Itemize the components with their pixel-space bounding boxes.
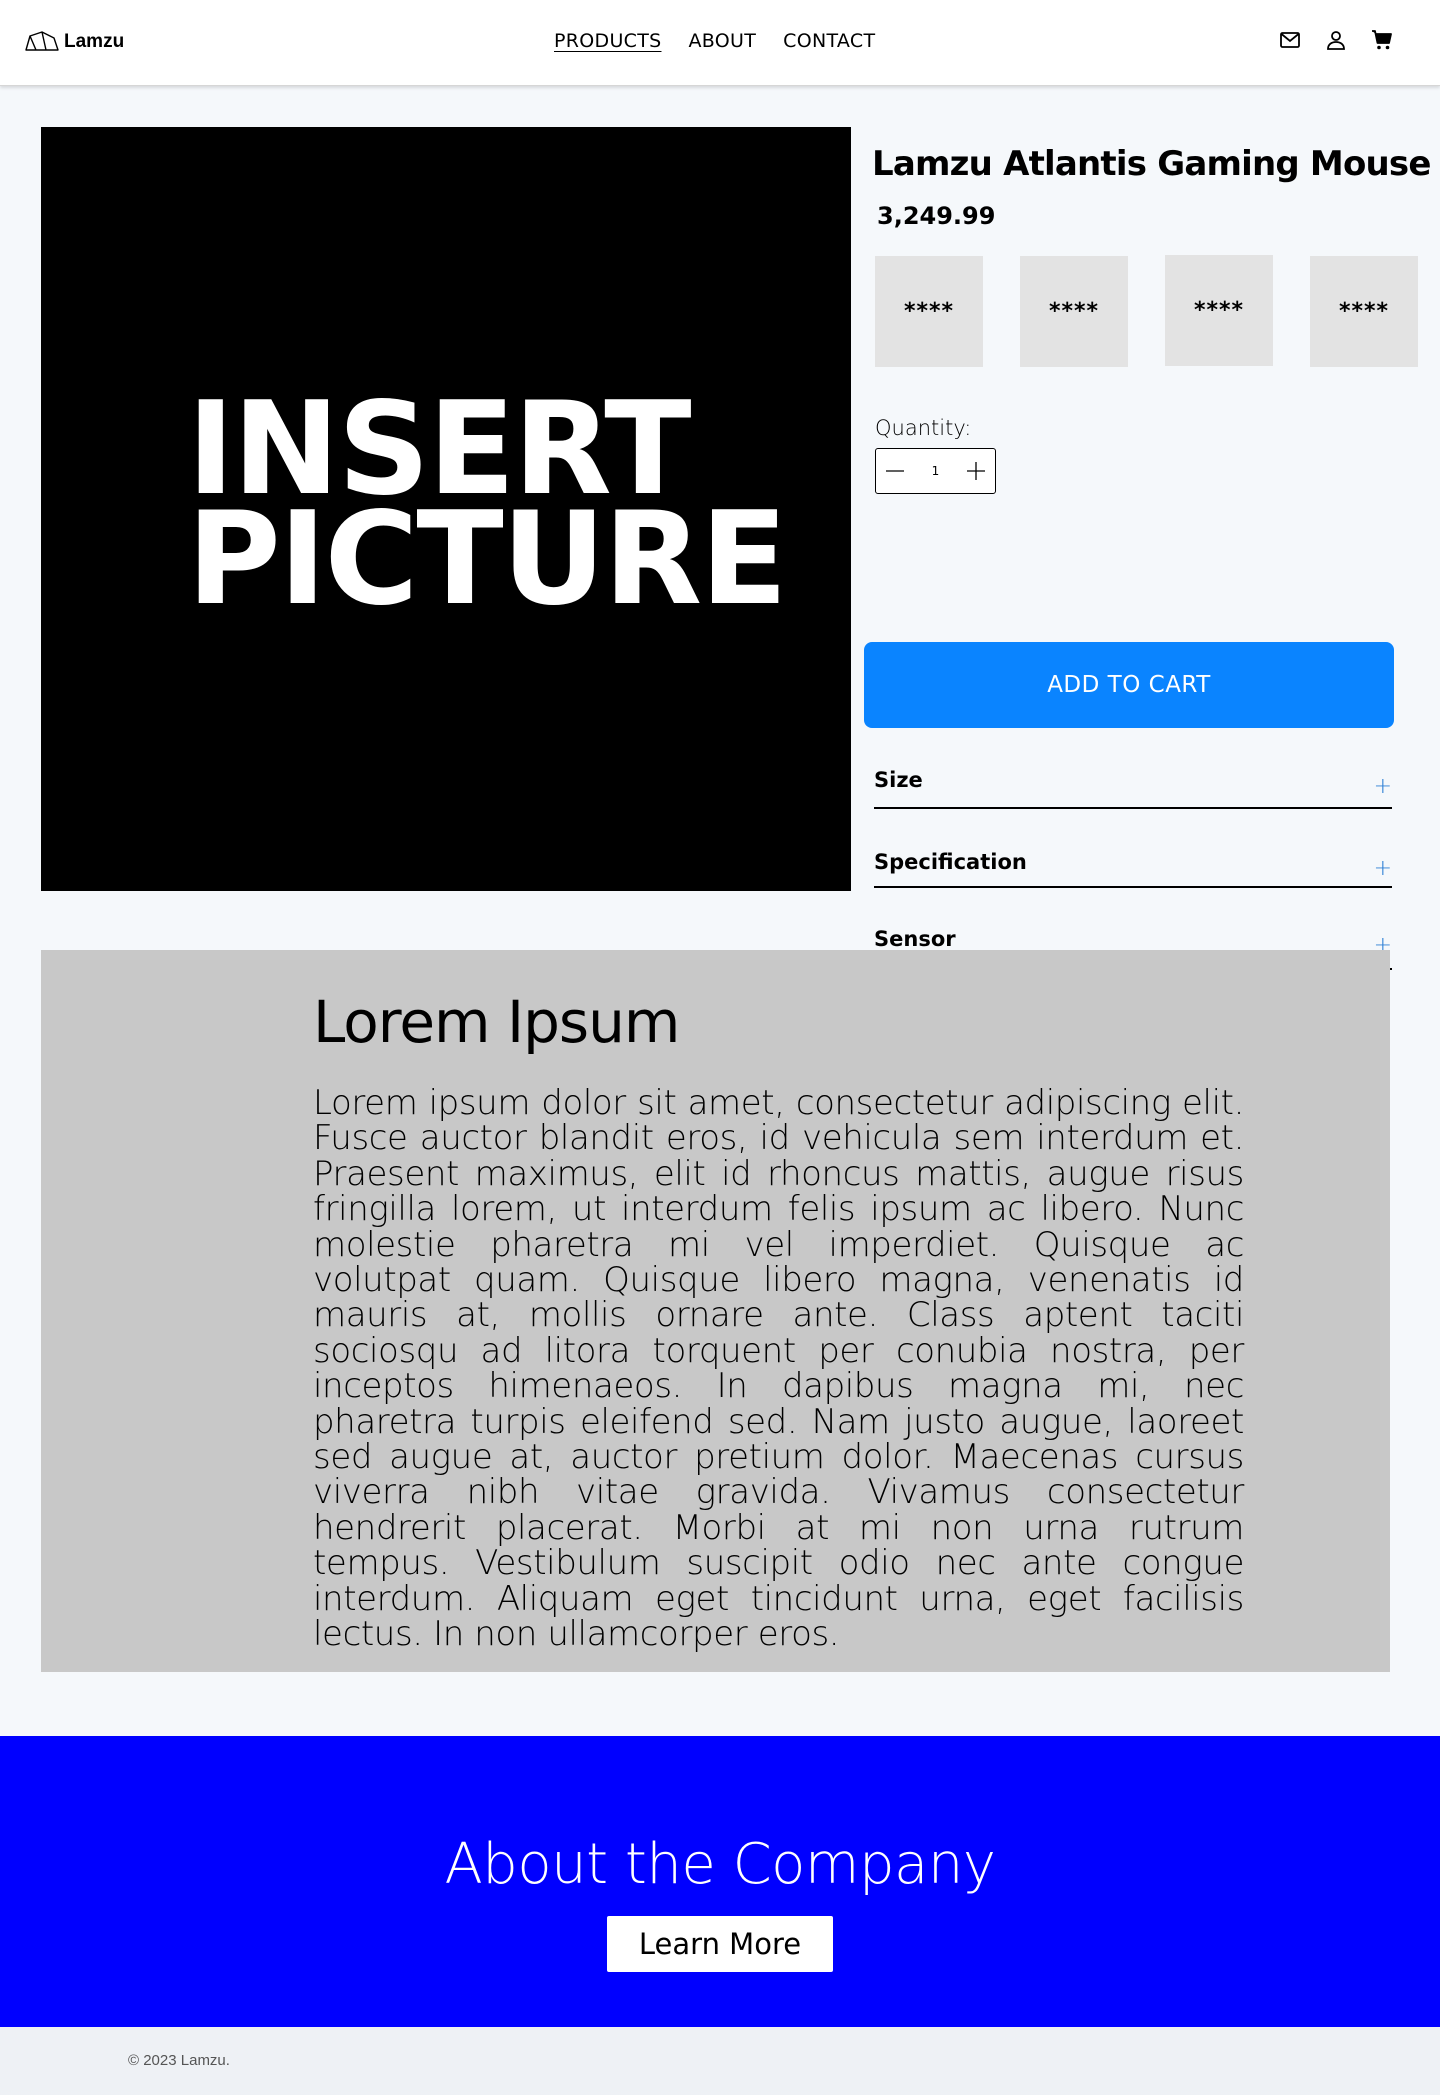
product-info: Lamzu Atlantis Gaming Mouse 3,249.99 ***…: [864, 86, 1440, 970]
copyright-text: © 2023 Lamzu.: [128, 2052, 230, 2069]
product-title: Lamzu Atlantis Gaming Mouse: [872, 144, 1431, 184]
page: Lamzu PRODUCTS ABOUT CONTACT INSERT PICT…: [0, 0, 1440, 2095]
learn-more-button[interactable]: Learn More: [607, 1916, 833, 1972]
nav-about[interactable]: ABOUT: [688, 30, 756, 52]
minus-icon: [886, 470, 904, 472]
accordion-sensor-label: Sensor: [874, 927, 956, 951]
variant-swatch-1[interactable]: ****: [875, 256, 983, 367]
variant-swatch-3[interactable]: ****: [1165, 255, 1273, 366]
variant-swatch-4[interactable]: ****: [1310, 256, 1418, 367]
site-header: Lamzu PRODUCTS ABOUT CONTACT: [0, 0, 1440, 86]
logo-icon: [25, 31, 59, 51]
plus-icon: [967, 462, 985, 480]
logo[interactable]: Lamzu: [24, 30, 124, 54]
accordion-size-label: Size: [874, 768, 923, 792]
accordion-specification[interactable]: Specification +: [874, 848, 1392, 888]
description-body: Lorem ipsum dolor sit amet, consectetur …: [313, 1083, 1244, 1655]
placeholder-text: INSERT PICTURE: [187, 386, 788, 634]
about-section: About the Company Learn More: [0, 1736, 1440, 2027]
product-image-placeholder: INSERT PICTURE: [41, 127, 851, 891]
cart-icon[interactable]: [1370, 28, 1394, 52]
quantity-stepper: 1: [875, 448, 996, 494]
decrement-button[interactable]: [880, 456, 910, 486]
accordion-specification-label: Specification: [874, 850, 1027, 874]
expand-icon: +: [1373, 856, 1392, 881]
quantity-label: Quantity:: [875, 416, 972, 440]
logo-text: Lamzu: [64, 31, 125, 52]
add-to-cart-button[interactable]: ADD TO CART: [864, 642, 1394, 728]
variant-swatch-2[interactable]: ****: [1020, 256, 1128, 367]
site-footer: © 2023 Lamzu.: [0, 2027, 1440, 2095]
main-nav: PRODUCTS ABOUT CONTACT: [554, 30, 875, 52]
increment-button[interactable]: [961, 456, 991, 486]
description-heading: Lorem Ipsum: [313, 988, 680, 1056]
product-section: INSERT PICTURE Lamzu Atlantis Gaming Mou…: [0, 86, 1440, 970]
product-price: 3,249.99: [877, 202, 996, 230]
expand-icon: +: [1373, 774, 1392, 799]
mail-icon[interactable]: [1278, 28, 1302, 52]
about-heading: About the Company: [444, 1832, 996, 1897]
description-section: Lorem Ipsum Lorem ipsum dolor sit amet, …: [41, 950, 1390, 1672]
header-icons: [1278, 28, 1394, 52]
nav-products[interactable]: PRODUCTS: [554, 30, 661, 52]
placeholder-line-2: PICTURE: [187, 485, 788, 634]
nav-contact[interactable]: CONTACT: [783, 30, 875, 52]
accordion-size[interactable]: Size +: [874, 766, 1392, 809]
quantity-value[interactable]: 1: [921, 464, 951, 478]
user-icon[interactable]: [1324, 28, 1348, 52]
